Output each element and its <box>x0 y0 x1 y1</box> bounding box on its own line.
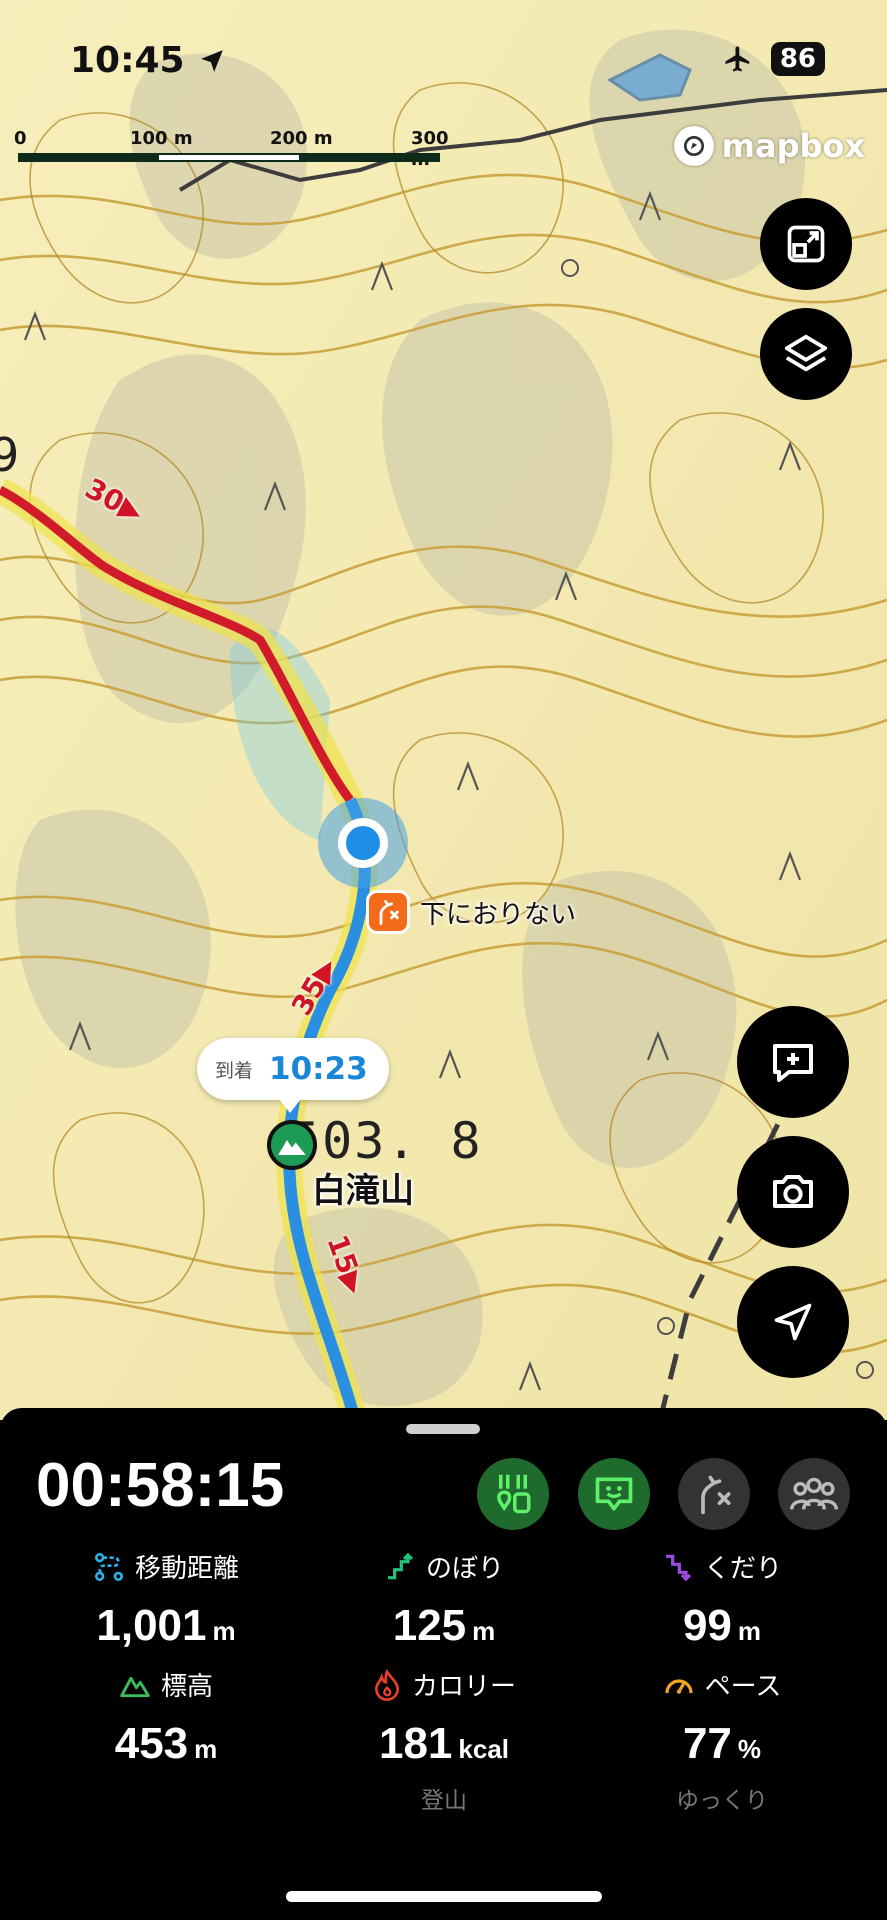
map-scale-bar: 0 100 m 200 m 300 m <box>14 128 449 170</box>
scale-label-0: 0 <box>14 128 27 149</box>
stat-calories-label: カロリー <box>411 1672 516 1702</box>
stat-elevation-label: 標高 <box>160 1672 213 1702</box>
stat-pace-unit: % <box>737 1734 762 1764</box>
scale-label-100: 100 m <box>130 128 193 149</box>
stat-calories-activity: 登山 <box>421 1788 467 1814</box>
poi-marker[interactable]: 下におりない <box>366 890 576 934</box>
mapbox-wordmark: mapbox <box>721 127 865 165</box>
recenter-location-button[interactable] <box>737 1266 849 1378</box>
stat-pace-label: ペース <box>704 1672 782 1702</box>
stat-pace: ペース 77% ゆっくり <box>602 1666 842 1815</box>
location-arrow-icon <box>200 49 223 72</box>
elevation-label: 503. 8 <box>290 1112 483 1170</box>
camera-icon <box>773 1175 813 1208</box>
route-guide-button[interactable] <box>477 1458 549 1530</box>
speedometer-icon <box>665 1678 693 1694</box>
scale-label-300: 300 m <box>411 128 449 170</box>
stat-distance-unit: m <box>212 1616 236 1646</box>
summit-marker[interactable] <box>267 1120 317 1170</box>
ascent-icon <box>387 1552 414 1579</box>
scale-bar-segment <box>159 155 299 160</box>
stat-distance: 移動距離 1,001 m <box>46 1548 286 1651</box>
stat-pace-description: ゆっくり <box>676 1788 768 1814</box>
stat-descent-unit: m <box>737 1616 762 1646</box>
stat-elevation: 標高 453 m <box>46 1666 286 1769</box>
poi-label: 下におりない <box>420 899 577 930</box>
route-icon <box>94 1552 123 1581</box>
stat-ascent-value: 125 <box>392 1601 467 1650</box>
stat-descent-value: 99 <box>682 1601 732 1650</box>
scale-label-200: 200 m <box>270 128 333 149</box>
descent-icon <box>665 1554 692 1581</box>
summit-name: 白滝山 <box>312 1171 414 1211</box>
group-button[interactable] <box>778 1458 850 1530</box>
status-indicators: 86 <box>721 42 825 76</box>
chat-button[interactable] <box>578 1458 650 1530</box>
layers-icon <box>784 334 828 372</box>
stat-calories-value: 181 <box>378 1719 453 1768</box>
map-view[interactable]: 10:45 86 0 100 m 200 m 300 m mapbox 30▶ … <box>0 0 887 1420</box>
flame-icon <box>374 1668 399 1701</box>
arrival-time: 10:23 <box>269 1051 368 1087</box>
stat-calories-unit: kcal <box>458 1734 510 1764</box>
stat-calories: カロリー 181 kcal 登山 <box>324 1666 564 1815</box>
mountain-peak-icon <box>278 1140 306 1155</box>
camera-button[interactable] <box>737 1136 849 1248</box>
trail-report-button[interactable] <box>678 1458 750 1530</box>
expand-map-button[interactable] <box>760 198 852 290</box>
home-indicator[interactable] <box>286 1891 602 1902</box>
current-location-marker[interactable] <box>338 818 388 868</box>
elapsed-timer: 00:58:15 <box>36 1451 285 1520</box>
stat-elevation-unit: m <box>194 1734 218 1764</box>
activity-panel: 00:58:15 移動距離 1,001m のぼり 125m くだり 99m <box>0 1408 887 1920</box>
mapbox-logo-icon <box>673 126 714 166</box>
stat-distance-value: 1,001 <box>96 1601 207 1650</box>
stat-ascent: のぼり 125 m <box>324 1548 564 1651</box>
map-layers-button[interactable] <box>760 308 852 400</box>
arrival-time-bubble[interactable]: 到着 10:23 <box>197 1038 389 1113</box>
battery-level: 86 <box>770 42 825 76</box>
stat-ascent-unit: m <box>472 1616 496 1646</box>
stat-descent: くだり 99 m <box>602 1548 842 1651</box>
junction-warning-icon <box>366 890 410 934</box>
stat-descent-label: くだり <box>703 1554 782 1584</box>
panel-grabber[interactable] <box>406 1424 480 1434</box>
stat-ascent-label: のぼり <box>425 1554 504 1584</box>
stat-distance-label: 移動距離 <box>134 1554 239 1584</box>
group-people-icon <box>790 1477 838 1510</box>
add-note-button[interactable] <box>737 1006 849 1118</box>
smiley-chat-icon <box>595 1477 633 1511</box>
mapbox-attribution[interactable]: mapbox <box>673 126 865 166</box>
path-closed-icon <box>701 1475 731 1515</box>
route-waypoints-icon <box>497 1474 531 1514</box>
clock: 10:45 <box>70 40 185 81</box>
stat-elevation-value: 453 <box>114 1719 189 1768</box>
map-edge-label: 9 <box>0 428 20 482</box>
stat-pace-value: 77 <box>682 1719 732 1768</box>
airplane-mode-icon <box>725 46 750 72</box>
status-time: 10:45 <box>70 40 225 81</box>
arrival-label: 到着 <box>215 1059 254 1082</box>
resize-icon <box>787 225 825 263</box>
add-comment-icon <box>773 1044 813 1082</box>
navigation-arrow-icon <box>774 1303 812 1341</box>
mountain-icon <box>120 1676 150 1697</box>
